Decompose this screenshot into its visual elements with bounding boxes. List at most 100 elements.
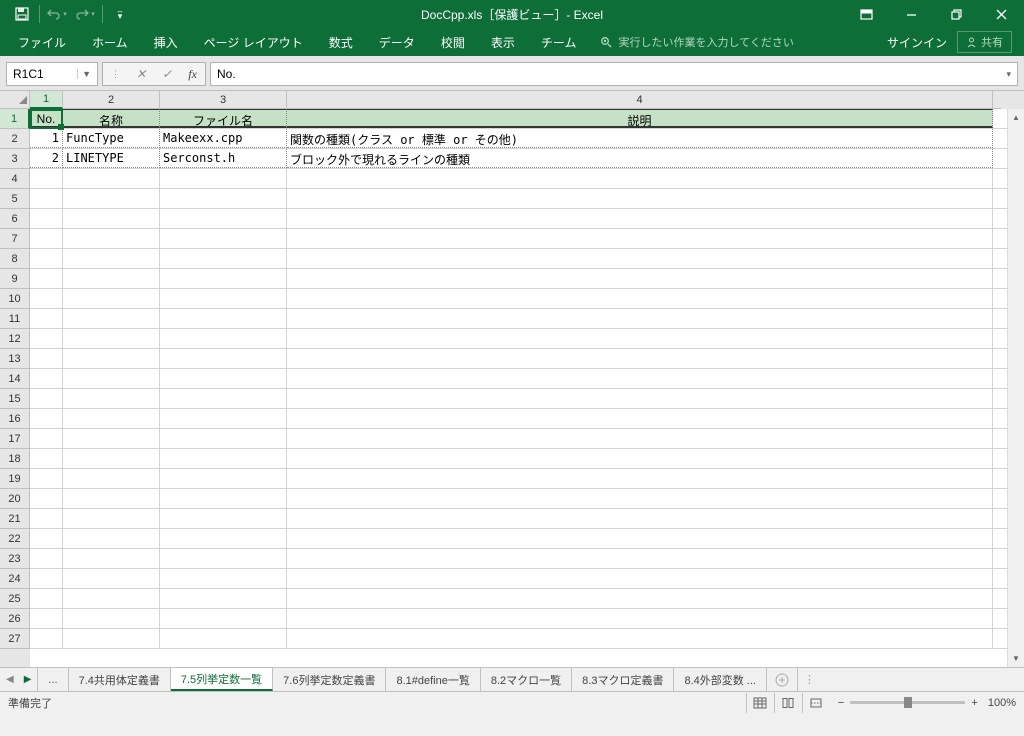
cell[interactable]	[993, 549, 1001, 568]
cell[interactable]	[30, 389, 63, 408]
cell[interactable]	[63, 209, 160, 228]
cell[interactable]	[287, 349, 993, 368]
enter-formula-icon[interactable]: ✓	[162, 67, 172, 81]
cell[interactable]: LINETYPE	[63, 149, 160, 168]
cell[interactable]	[287, 249, 993, 268]
scroll-up-icon[interactable]: ▲	[1008, 109, 1024, 126]
cell[interactable]	[993, 269, 1001, 288]
cell[interactable]	[63, 569, 160, 588]
cell[interactable]	[993, 289, 1001, 308]
cell[interactable]	[287, 209, 993, 228]
cancel-formula-icon[interactable]: ✕	[136, 67, 146, 81]
cell[interactable]	[993, 249, 1001, 268]
cell[interactable]	[287, 549, 993, 568]
cell[interactable]	[160, 309, 287, 328]
cell[interactable]	[160, 329, 287, 348]
cell[interactable]	[63, 269, 160, 288]
cell[interactable]	[993, 229, 1001, 248]
cell[interactable]	[160, 289, 287, 308]
cell[interactable]	[160, 189, 287, 208]
cell[interactable]	[63, 529, 160, 548]
ribbon-tab[interactable]: 数式	[317, 29, 365, 56]
sheet-tab-overflow[interactable]: ...	[38, 668, 68, 691]
cell[interactable]	[993, 349, 1001, 368]
cell[interactable]	[287, 169, 993, 188]
row-header[interactable]: 7	[0, 229, 30, 249]
qat-customize-icon[interactable]: –▾	[106, 1, 134, 27]
cell[interactable]	[287, 569, 993, 588]
cell[interactable]	[160, 529, 287, 548]
cell[interactable]	[993, 109, 1001, 128]
cell[interactable]	[30, 269, 63, 288]
ribbon-tab[interactable]: ページ レイアウト	[192, 29, 315, 56]
cell[interactable]	[287, 369, 993, 388]
cell[interactable]	[287, 509, 993, 528]
row-header[interactable]: 18	[0, 449, 30, 469]
cell[interactable]	[63, 229, 160, 248]
sheet-nav-next-icon[interactable]: ▶	[24, 674, 32, 685]
redo-button[interactable]: ▾	[71, 1, 99, 27]
cell[interactable]	[30, 309, 63, 328]
cell[interactable]	[993, 309, 1001, 328]
cells-area[interactable]: No.名称ファイル名説明1FuncTypeMakeexx.cpp関数の種類(クラ…	[30, 109, 1007, 667]
cell[interactable]	[63, 169, 160, 188]
cell[interactable]	[993, 509, 1001, 528]
save-button[interactable]	[8, 1, 36, 27]
cell[interactable]	[160, 369, 287, 388]
cell[interactable]	[160, 569, 287, 588]
cell[interactable]	[30, 589, 63, 608]
cell[interactable]: 名称	[63, 109, 160, 128]
cell[interactable]	[287, 609, 993, 628]
formula-input[interactable]: No. ▾	[210, 62, 1018, 86]
fx-icon[interactable]: fx	[188, 67, 197, 82]
zoom-in-icon[interactable]: +	[971, 697, 977, 709]
row-header[interactable]: 12	[0, 329, 30, 349]
cell[interactable]	[30, 169, 63, 188]
row-header[interactable]: 27	[0, 629, 30, 649]
cell[interactable]	[993, 369, 1001, 388]
cell[interactable]	[30, 349, 63, 368]
cell[interactable]	[287, 629, 993, 648]
cell[interactable]	[287, 329, 993, 348]
cell[interactable]	[993, 609, 1001, 628]
cell[interactable]	[30, 189, 63, 208]
cell[interactable]	[30, 549, 63, 568]
cell[interactable]	[287, 589, 993, 608]
cell[interactable]	[993, 409, 1001, 428]
row-header[interactable]: 2	[0, 129, 30, 149]
cell[interactable]: FuncType	[63, 129, 160, 148]
cell[interactable]	[63, 309, 160, 328]
cell[interactable]	[287, 229, 993, 248]
cell[interactable]	[160, 169, 287, 188]
sheet-nav-prev-icon[interactable]: ◀	[6, 674, 14, 685]
cell[interactable]	[993, 189, 1001, 208]
maximize-button[interactable]	[934, 0, 979, 28]
ribbon-tab[interactable]: 校閲	[429, 29, 477, 56]
row-header[interactable]: 26	[0, 609, 30, 629]
ribbon-tab[interactable]: チーム	[529, 29, 589, 56]
cell[interactable]	[287, 449, 993, 468]
cell[interactable]	[63, 509, 160, 528]
undo-button[interactable]: ▾	[43, 1, 71, 27]
row-header[interactable]: 23	[0, 549, 30, 569]
row-header[interactable]: 13	[0, 349, 30, 369]
cell[interactable]	[160, 409, 287, 428]
cell[interactable]	[993, 329, 1001, 348]
cell[interactable]	[993, 469, 1001, 488]
cell[interactable]	[63, 429, 160, 448]
vertical-scrollbar[interactable]: ▲ ▼	[1007, 109, 1024, 667]
row-header[interactable]: 6	[0, 209, 30, 229]
cell[interactable]	[63, 629, 160, 648]
row-header[interactable]: 19	[0, 469, 30, 489]
sheet-options-icon[interactable]: ⋮	[798, 668, 821, 691]
close-button[interactable]	[979, 0, 1024, 28]
cell[interactable]	[63, 289, 160, 308]
cell[interactable]	[160, 209, 287, 228]
sheet-tab[interactable]: 8.3マクロ定義書	[572, 668, 674, 691]
column-header[interactable]: 2	[63, 91, 160, 109]
cell[interactable]	[160, 549, 287, 568]
column-header[interactable]: 3	[160, 91, 287, 109]
row-header[interactable]: 1	[0, 109, 30, 129]
cell[interactable]	[993, 149, 1001, 168]
cell[interactable]	[287, 269, 993, 288]
